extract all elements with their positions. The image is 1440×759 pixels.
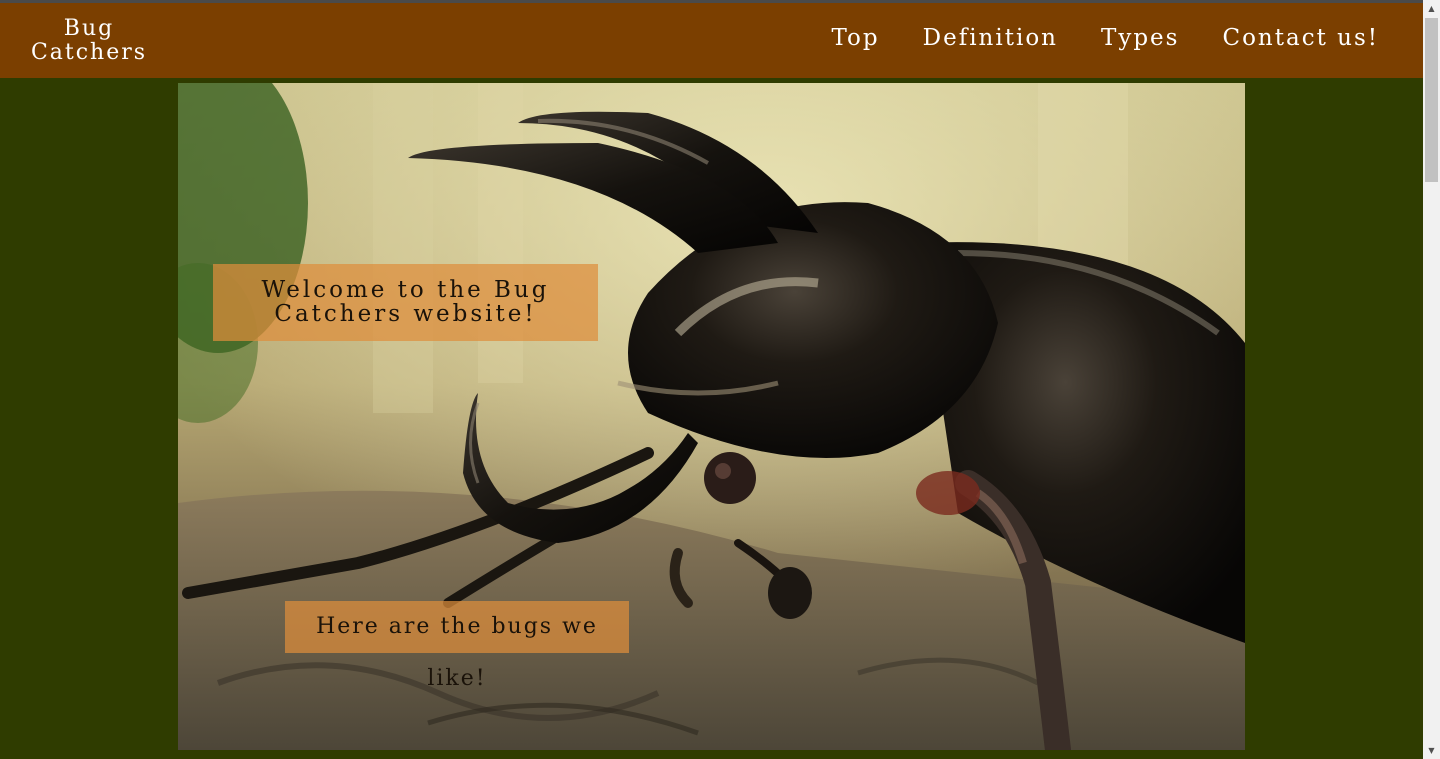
nav-link-definition[interactable]: Definition	[923, 25, 1058, 51]
nav-menu: Top Definition Types Contact us!	[832, 25, 1380, 51]
page-scrollbar[interactable]: ▲ ▼	[1423, 0, 1440, 759]
nav-link-types[interactable]: Types	[1101, 25, 1179, 51]
hero-image: Welcome to the Bug Catchers website! Her…	[178, 83, 1245, 750]
navbar: Bug Catchers Top Definition Types Contac…	[0, 3, 1423, 78]
bugs-caption: Here are the bugs we like!	[285, 601, 629, 691]
nav-link-top[interactable]: Top	[832, 25, 880, 51]
triangle-down-icon[interactable]: ▼	[1423, 742, 1440, 759]
scrollbar-thumb[interactable]	[1425, 18, 1438, 182]
brand-line-2: Catchers	[30, 40, 148, 65]
nav-link-contact[interactable]: Contact us!	[1222, 25, 1379, 51]
brand-line-1: Bug	[63, 16, 115, 41]
welcome-caption: Welcome to the Bug Catchers website!	[213, 264, 598, 341]
site-brand[interactable]: Bug Catchers	[30, 17, 148, 65]
triangle-up-icon[interactable]: ▲	[1423, 0, 1440, 17]
